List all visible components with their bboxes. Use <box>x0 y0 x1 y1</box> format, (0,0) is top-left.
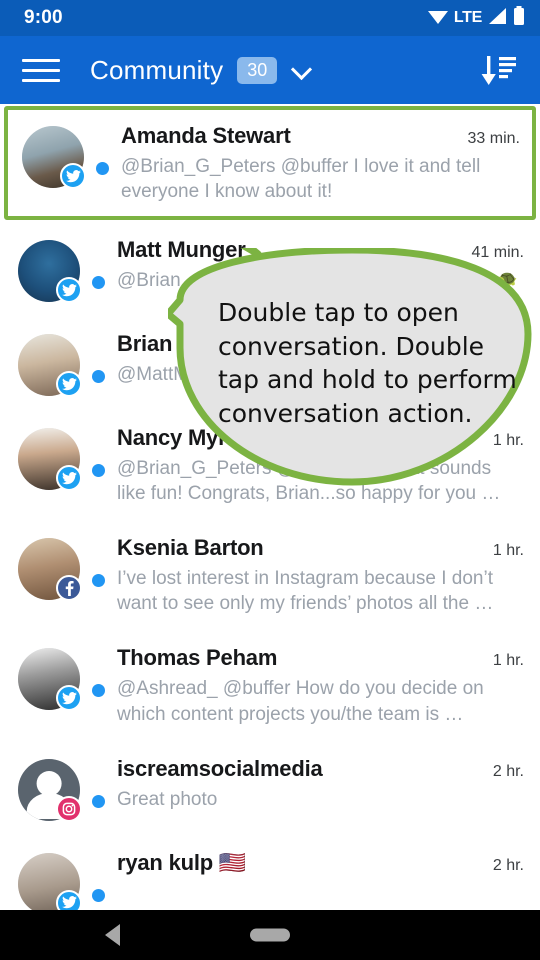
avatar <box>18 538 82 602</box>
twitter-badge-icon <box>56 277 82 304</box>
timestamp: 1 hr. <box>492 432 524 450</box>
unread-dot <box>92 574 105 588</box>
conversation-content: iscreamsocialmedia 2 hr. Great photo <box>117 755 524 821</box>
message-preview: I’ve lost interest in Instagram because … <box>117 568 494 615</box>
contact-name: Ksenia Barton <box>117 535 264 561</box>
sort-descending-icon[interactable] <box>476 48 520 92</box>
contact-name: iscreamsocialmedia <box>117 755 323 781</box>
unread-dot <box>92 276 105 290</box>
avatar <box>18 240 82 304</box>
contact-name: Nancy Myrland <box>117 425 271 451</box>
unread-dot <box>92 794 105 808</box>
avatar <box>18 334 82 398</box>
battery-icon <box>512 5 526 31</box>
page-title: Community <box>90 54 224 85</box>
conversation-row[interactable]: Thomas Peham 1 hr. @Ashread_ @buffer How… <box>0 630 540 741</box>
conversation-row[interactable]: iscreamsocialmedia 2 hr. Great photo <box>0 740 540 835</box>
message-preview: @Brian_G_Peters @buffer Slow and steady … <box>117 270 518 292</box>
conversation-content: Thomas Peham 1 hr. @Ashread_ @buffer How… <box>117 644 524 726</box>
twitter-badge-icon <box>56 371 82 398</box>
unread-dot <box>92 888 105 902</box>
status-clock: 9:00 <box>24 7 63 28</box>
unread-dot <box>92 370 105 384</box>
timestamp: 1 hr. <box>492 338 524 356</box>
message-preview: @Brian_G_Peters @buffer I love it and te… <box>121 156 481 203</box>
unread-count-badge: 30 <box>237 56 278 84</box>
conversation-row[interactable]: Matt Munger 41 min. @Brian_G_Peters @buf… <box>0 222 540 317</box>
unread-dot <box>92 464 105 478</box>
conversation-content: Amanda Stewart 33 min. @Brian_G_Peters @… <box>121 122 520 204</box>
conversation-row-selected[interactable]: Amanda Stewart 33 min. @Brian_G_Peters @… <box>4 106 536 221</box>
contact-name: Thomas Peham <box>117 645 278 671</box>
phone-screen: 9:00 LTE Community 30 Amanda Stewart 33 … <box>0 0 540 960</box>
avatar <box>18 852 82 910</box>
contact-name: Brian G. Peters <box>117 331 273 357</box>
home-pill-icon[interactable] <box>250 928 290 942</box>
timestamp: 2 hr. <box>492 856 524 874</box>
contact-name: ryan kulp 🇺🇸 <box>117 849 247 875</box>
android-nav-bar <box>0 910 540 960</box>
avatar <box>18 648 82 712</box>
avatar <box>22 126 86 189</box>
message-preview: @Ashread_ @buffer How do you decide on w… <box>117 678 484 725</box>
wifi-icon <box>427 7 449 30</box>
conversation-content: ryan kulp 🇺🇸 2 hr. <box>117 849 524 910</box>
chevron-down-icon[interactable] <box>293 60 313 80</box>
unread-dot <box>96 162 109 175</box>
hamburger-menu-icon[interactable] <box>22 50 62 90</box>
network-type-label: LTE <box>453 9 482 26</box>
timestamp: 1 hr. <box>492 542 524 560</box>
message-preview: Great photo <box>117 788 218 810</box>
conversation-content: Ksenia Barton 1 hr. I’ve lost interest i… <box>117 534 524 616</box>
app-bar: Community 30 <box>0 36 540 104</box>
contact-name: Matt Munger <box>117 237 246 263</box>
conversation-row[interactable]: Nancy Myrland 1 hr. @Brian_G_Peters @buf… <box>0 410 540 521</box>
instagram-badge-icon <box>56 795 82 822</box>
twitter-badge-icon <box>56 465 82 492</box>
twitter-badge-icon <box>60 163 86 189</box>
conversation-content: Nancy Myrland 1 hr. @Brian_G_Peters @buf… <box>117 424 524 506</box>
signal-icon <box>487 7 507 30</box>
timestamp: 2 hr. <box>492 762 524 780</box>
status-icons: LTE <box>427 5 526 31</box>
timestamp: 41 min. <box>471 244 524 262</box>
unread-dot <box>92 684 105 698</box>
message-preview: @Brian_G_Peters @buffer Now that sounds … <box>117 458 501 505</box>
status-bar: 9:00 LTE <box>0 0 540 36</box>
conversation-row[interactable]: Brian G. Peters 1 hr. @MattMunger @buffe… <box>0 316 540 411</box>
conversation-list[interactable]: Amanda Stewart 33 min. @Brian_G_Peters @… <box>0 104 540 910</box>
timestamp: 1 hr. <box>492 652 524 670</box>
conversation-row[interactable]: ryan kulp 🇺🇸 2 hr. <box>0 834 540 910</box>
avatar <box>18 758 82 822</box>
avatar <box>18 428 82 492</box>
timestamp: 33 min. <box>467 130 520 147</box>
contact-name: Amanda Stewart <box>121 123 291 148</box>
conversation-row[interactable]: Ksenia Barton 1 hr. I’ve lost interest i… <box>0 520 540 631</box>
conversation-content: Brian G. Peters 1 hr. @MattMunger @buffe… <box>117 330 524 396</box>
conversation-content: Matt Munger 41 min. @Brian_G_Peters @buf… <box>117 236 524 302</box>
back-triangle-icon[interactable] <box>105 924 120 946</box>
message-preview: @MattMunger @buffer We'll get there toge… <box>117 364 517 386</box>
